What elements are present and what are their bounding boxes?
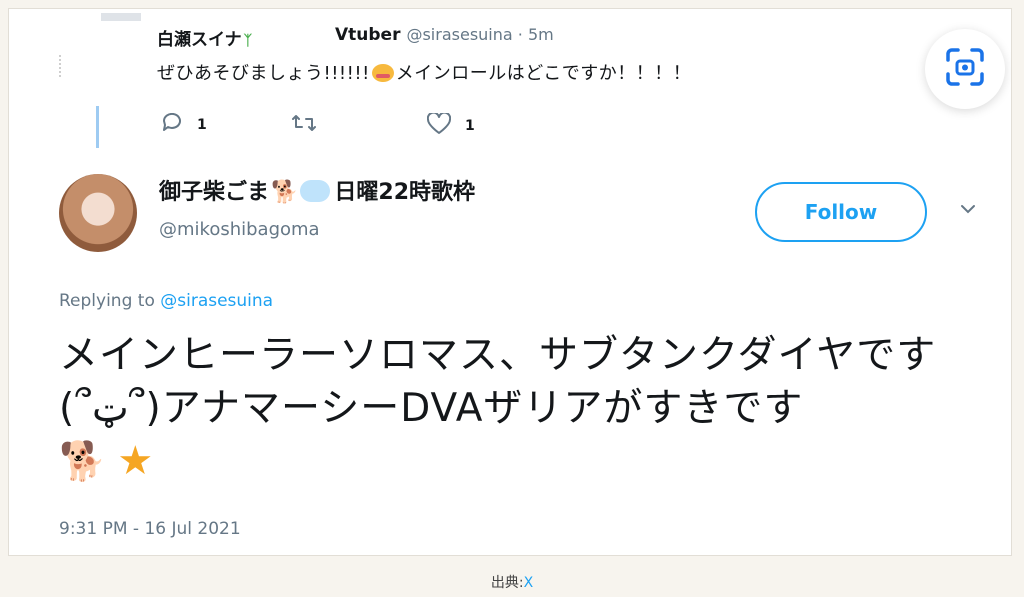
star-emoji-icon: ★: [117, 438, 155, 484]
parent-author-name[interactable]: 白瀬スイナ ᛉ: [157, 25, 252, 50]
source-caption: 出典:X: [490, 575, 534, 591]
reply-author-handle[interactable]: @mikoshibagoma: [159, 219, 320, 240]
parent-author-meta: Vtuber @sirasesuina · 5m: [335, 25, 554, 45]
parent-author-category: Vtuber: [335, 25, 401, 45]
dog-emoji-icon: 🐕: [271, 180, 299, 205]
thread-dots: [59, 55, 65, 77]
retweet-icon: [291, 113, 317, 136]
sprout-icon: ᛉ: [243, 33, 253, 49]
like-count: 1: [465, 117, 475, 134]
party-face-emoji-icon: [371, 64, 394, 82]
chevron-down-icon[interactable]: [959, 199, 979, 219]
screen-scan-icon: [944, 46, 986, 92]
tweet-timestamp: 9:31 PM - 16 Jul 2021: [59, 519, 241, 539]
tweet-screenshot-card: 白瀬スイナ ᛉ Vtuber @sirasesuina · 5m ぜひあそびましょう…: [8, 8, 1012, 556]
retweet-action[interactable]: [291, 113, 317, 136]
thread-line: [96, 106, 99, 148]
replying-to-handle[interactable]: @sirasesuina: [160, 291, 273, 311]
replying-to: Replying to @sirasesuina: [59, 291, 274, 311]
screen-scan-button[interactable]: [925, 29, 1005, 109]
like-action[interactable]: 1: [426, 111, 475, 138]
parent-tweet-text: ぜひあそびましょう!!!!!! メインロールはどこですか！！！！: [157, 63, 692, 84]
thought-bubble-emoji-icon: [300, 180, 331, 202]
reply-tweet-text: メインヒーラーソロマス、サブタンクダイヤです(՞ټ՞)アナマーシーDVAザリアが…: [59, 329, 979, 488]
follow-button[interactable]: Follow: [755, 182, 927, 242]
heart-icon: [426, 111, 452, 138]
parent-author-handle[interactable]: @sirasesuina · 5m: [406, 25, 553, 44]
ghost-placeholder: [101, 13, 141, 21]
reply-action[interactable]: 1: [161, 112, 207, 136]
reply-author-name[interactable]: 御子柴ごま🐕 日曜22時歌枠: [159, 174, 475, 206]
avatar[interactable]: [59, 174, 137, 252]
reply-count: 1: [197, 116, 207, 133]
reply-icon: [161, 112, 183, 136]
source-link[interactable]: X: [524, 575, 534, 591]
dog-emoji-icon: 🐕: [59, 439, 108, 483]
